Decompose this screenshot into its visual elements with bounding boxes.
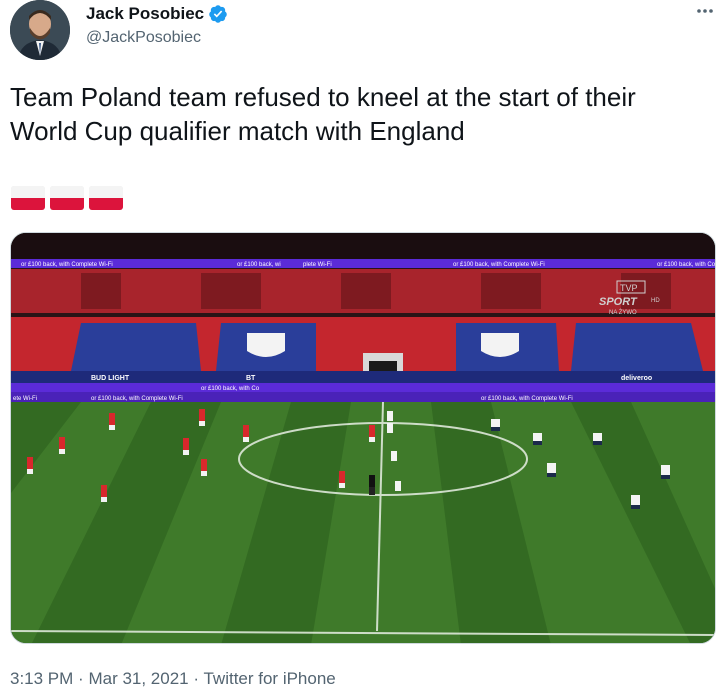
author-handle[interactable]: @JackPosobiec (86, 29, 228, 47)
svg-text:deliveroo: deliveroo (621, 375, 652, 382)
author-info: Jack Posobiec @JackPosobiec (86, 2, 228, 47)
author-avatar[interactable] (10, 0, 70, 60)
profile-photo-icon (10, 0, 70, 60)
author-display-name[interactable]: Jack Posobiec (86, 4, 204, 24)
svg-text:NA ŻYWO: NA ŻYWO (609, 309, 637, 316)
ad-board-text: or £100 back, with Complete Wi-Fi (453, 262, 545, 268)
svg-text:BT: BT (246, 375, 256, 382)
svg-text:HD: HD (651, 298, 660, 304)
tweet-media-image[interactable]: or £100 back, with Complete Wi-Fi or £10… (10, 232, 716, 644)
stadium-photo: or £100 back, with Complete Wi-Fi or £10… (11, 233, 716, 643)
verified-badge-icon (209, 5, 227, 23)
tweet: Jack Posobiec @JackPosobiec Team Poland … (0, 0, 719, 699)
svg-text:TVP: TVP (620, 283, 638, 293)
polish-flag-icon (11, 186, 45, 210)
svg-text:or £100 back, with Co: or £100 back, with Co (201, 386, 260, 392)
meta-separator: · (193, 669, 200, 688)
meta-separator: · (78, 669, 84, 688)
tweet-meta: 3:13 PM · Mar 31, 2021 · Twitter for iPh… (10, 669, 336, 689)
more-options-icon[interactable] (694, 2, 716, 20)
ad-board-text: or £100 back, with Complete Wi-Fi (21, 262, 113, 268)
ad-board-text: or £100 back, with Co (657, 262, 716, 268)
referee (369, 475, 375, 495)
svg-text:ete Wi-Fi: ete Wi-Fi (13, 396, 37, 402)
svg-text:BUD LIGHT: BUD LIGHT (91, 375, 130, 382)
svg-text:SPORT: SPORT (599, 296, 638, 308)
polish-flag-icon (89, 186, 123, 210)
tweet-text: Team Poland team refused to kneel at the… (10, 82, 636, 146)
tweet-date[interactable]: Mar 31, 2021 (88, 669, 188, 688)
svg-text:or £100 back, with Complete Wi: or £100 back, with Complete Wi-Fi (91, 396, 183, 402)
svg-text:or £100 back, with Complete Wi: or £100 back, with Complete Wi-Fi (481, 396, 573, 402)
polish-flag-icon (50, 186, 84, 210)
flag-emojis (11, 186, 123, 210)
ad-board-text: plete Wi-Fi (303, 262, 332, 268)
ad-board-text: or £100 back, wi (237, 262, 281, 268)
tweet-time[interactable]: 3:13 PM (10, 669, 73, 688)
tweet-source[interactable]: Twitter for iPhone (203, 669, 335, 688)
